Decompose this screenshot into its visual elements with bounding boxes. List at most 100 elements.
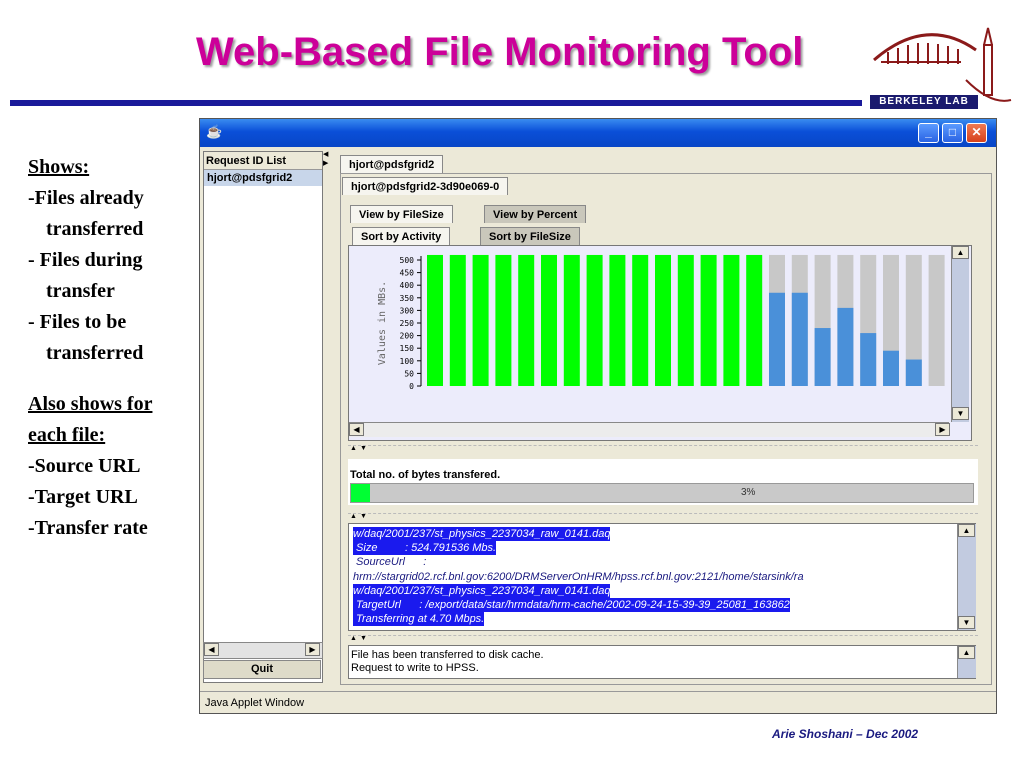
bar-transferred <box>860 333 877 386</box>
bullet-item: -Source URL <box>28 455 141 477</box>
bar-complete <box>677 254 694 386</box>
divider-up-icon[interactable]: ▲ <box>350 635 357 642</box>
divider-up-icon[interactable]: ▲ <box>350 445 357 452</box>
expand-right-icon[interactable]: ▶ <box>323 160 328 168</box>
shows-heading: Shows: <box>28 156 90 178</box>
y-tick-label: 300 <box>400 306 415 315</box>
tab-view-by-filesize[interactable]: View by FileSize <box>350 205 453 223</box>
bullet-item: transfer <box>46 280 115 302</box>
request-list-header: Request ID List <box>204 152 322 170</box>
divider-down-icon[interactable]: ▼ <box>360 635 367 642</box>
tab-request[interactable]: hjort@pdsfgrid2-3d90e069-0 <box>342 177 509 195</box>
y-tick-label: 0 <box>409 382 414 391</box>
detail-line: Size : 524.791536 Mbs. <box>353 541 497 556</box>
minimize-button[interactable]: _ <box>918 123 939 143</box>
bar-complete <box>723 254 740 386</box>
progress-percent: 3% <box>741 487 756 498</box>
scroll-down-icon[interactable]: ▼ <box>958 616 975 629</box>
title-rule <box>10 100 862 106</box>
bar-complete <box>700 254 717 386</box>
collapse-left-icon[interactable]: ◀ <box>323 151 328 159</box>
scroll-right-icon[interactable]: ▶ <box>305 643 320 656</box>
scroll-up-icon[interactable]: ▲ <box>958 646 975 659</box>
split-divider[interactable]: ▲ ▼ <box>348 635 978 642</box>
scroll-up-icon[interactable]: ▲ <box>952 246 969 259</box>
also-heading: Also shows for <box>28 393 153 415</box>
y-tick-label: 250 <box>400 319 415 328</box>
bullet-item: -Target URL <box>28 486 138 508</box>
split-pane-divider[interactable]: ◀ ▶ <box>323 151 330 679</box>
bar-complete <box>427 254 443 386</box>
divider-down-icon[interactable]: ▼ <box>360 445 367 452</box>
chart-panel: 0 50 100 150 200 250 300 350 400 450 500 Values in … <box>348 245 972 441</box>
tab-user[interactable]: hjort@pdsfgrid2 <box>340 155 444 173</box>
file-size-bar-chart: 0 50 100 150 200 250 300 350 400 450 500 Values in … <box>377 254 945 391</box>
java-app-icon: ☕ <box>206 124 223 139</box>
bar-transferred <box>883 350 899 386</box>
slide-title: Web-Based File Monitoring Tool <box>196 30 804 74</box>
bar-complete <box>563 254 580 386</box>
bar-complete <box>541 254 557 386</box>
tab-view-by-percent[interactable]: View by Percent <box>484 205 587 223</box>
y-tick-label: 100 <box>400 357 415 366</box>
scroll-right-icon[interactable]: ▶ <box>935 423 950 436</box>
messages-vscrollbar[interactable]: ▲ <box>957 646 976 678</box>
request-list-item[interactable]: hjort@pdsfgrid2 <box>204 170 322 186</box>
bar-complete <box>632 254 649 386</box>
chart-vscrollbar[interactable]: ▲ ▼ <box>951 246 969 422</box>
window-titlebar[interactable]: ☕ _ □ ✕ <box>200 119 996 147</box>
maximize-button[interactable]: □ <box>942 123 963 143</box>
message-line: File has been transferred to disk cache. <box>351 649 544 661</box>
status-bar: Java Applet Window <box>200 691 996 713</box>
tab-sort-by-activity[interactable]: Sort by Activity <box>352 227 451 245</box>
progress-panel: Total no. of bytes transfered. 3% <box>348 459 978 505</box>
detail-line: TargetUrl : /export/data/star/hrmdata/hr… <box>353 598 790 612</box>
y-axis-label: Values in MBs. <box>377 281 388 365</box>
y-tick-label: 450 <box>400 269 415 278</box>
bar-transferred <box>769 292 785 386</box>
progress-label: Total no. of bytes transfered. <box>350 469 501 481</box>
scroll-up-icon[interactable]: ▲ <box>958 524 975 537</box>
bullet-item: -Transfer rate <box>28 517 148 539</box>
y-tick-label: 50 <box>404 369 414 378</box>
y-tick-label: 150 <box>400 344 415 353</box>
split-divider[interactable]: ▲ ▼ <box>348 445 978 452</box>
bullet-item: - Files to be <box>28 311 127 333</box>
request-list-hscrollbar[interactable]: ◀ ▶ <box>203 642 323 659</box>
detail-line: hrm://stargrid02.rcf.bnl.gov:6200/DRMSer… <box>353 570 804 583</box>
quit-button[interactable]: Quit <box>203 660 321 679</box>
scroll-left-icon[interactable]: ◀ <box>204 643 219 656</box>
bar-complete <box>746 254 763 386</box>
request-id-list: Request ID List hjort@pdsfgrid2 <box>203 151 323 683</box>
divider-down-icon[interactable]: ▼ <box>360 513 367 520</box>
bar-complete <box>449 254 466 386</box>
scroll-down-icon[interactable]: ▼ <box>952 407 969 420</box>
tab-sort-by-filesize[interactable]: Sort by FileSize <box>480 227 580 245</box>
y-tick-label: 200 <box>400 332 415 341</box>
details-vscrollbar[interactable]: ▲ ▼ <box>957 524 976 630</box>
bar-remaining <box>928 254 945 386</box>
bar-complete <box>609 254 626 386</box>
close-button[interactable]: ✕ <box>966 123 987 143</box>
message-log-panel[interactable]: File has been transferred to disk cache.… <box>348 645 976 679</box>
y-tick-label: 400 <box>400 281 415 290</box>
detail-line: w/daq/2001/237/st_physics_2237034_raw_01… <box>353 583 611 598</box>
bar-transferred <box>791 292 808 386</box>
also-heading: each file: <box>28 424 106 446</box>
divider-up-icon[interactable]: ▲ <box>350 513 357 520</box>
detail-line: Transferring at 4.70 Mbps. <box>353 612 485 627</box>
progress-fill <box>351 484 370 502</box>
bullet-item: transferred <box>46 342 144 364</box>
detail-line: w/daq/2001/237/st_physics_2237034_raw_01… <box>353 527 611 541</box>
scroll-left-icon[interactable]: ◀ <box>349 423 364 436</box>
y-tick-label: 350 <box>400 294 415 303</box>
file-details-panel[interactable]: w/daq/2001/237/st_physics_2237034_raw_01… <box>348 523 976 631</box>
bar-complete <box>586 254 603 386</box>
split-divider[interactable]: ▲ ▼ <box>348 513 978 520</box>
detail-line: SourceUrl : <box>353 556 427 569</box>
bar-complete <box>495 254 512 386</box>
chart-hscrollbar[interactable]: ◀ ▶ <box>349 422 950 437</box>
message-line: Request to write to HPSS. <box>351 662 479 674</box>
bar-complete <box>472 254 489 386</box>
bar-complete <box>518 254 535 386</box>
